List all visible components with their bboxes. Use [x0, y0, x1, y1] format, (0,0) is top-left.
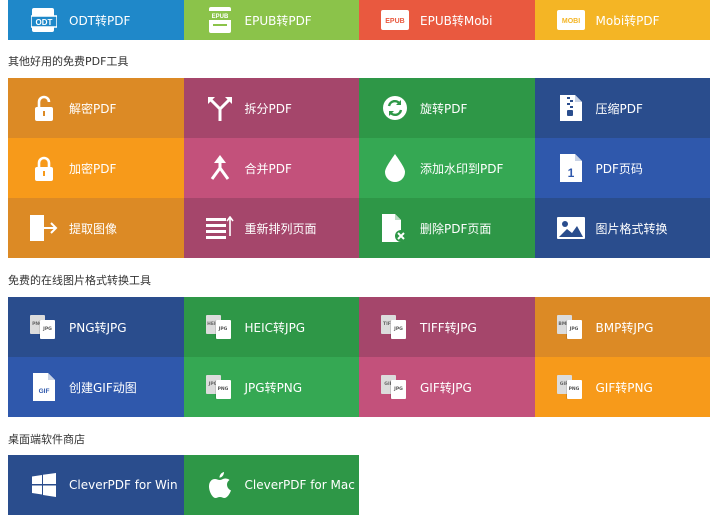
- tool-label: BMP转JPG: [595, 320, 654, 335]
- tool-compress-pdf[interactable]: 压缩PDF: [534, 78, 710, 138]
- tool-label: 重新排列页面: [244, 221, 317, 236]
- bmp-jpg-icon: BMP JPG: [556, 313, 585, 341]
- tool-gif-to-png[interactable]: GIF PNG GIF转PNG: [534, 357, 710, 417]
- svg-text:EPUB: EPUB: [385, 18, 404, 25]
- store-cleverpdf-win[interactable]: CleverPDF for Win: [8, 455, 184, 515]
- tool-encrypt-pdf[interactable]: 加密PDF: [8, 138, 184, 198]
- tool-bmp-to-jpg[interactable]: BMP JPG BMP转JPG: [534, 297, 710, 357]
- tool-extract-images[interactable]: 提取图像: [8, 198, 184, 258]
- tool-gif-to-jpg[interactable]: GIF JPG GIF转JPG: [359, 357, 535, 417]
- tool-label: 解密PDF: [69, 101, 117, 116]
- tool-reorder-pages[interactable]: 重新排列页面: [183, 198, 359, 258]
- desktop-store-grid: CleverPDF for Win CleverPDF for Mac: [8, 455, 710, 515]
- top-tools-row: ODT ODT转PDF EPUB EPUB转PDF EPUB EPUB转Mobi…: [8, 0, 710, 40]
- tool-label: JPG转PNG: [244, 380, 303, 395]
- section-title-desktop-store: 桌面端软件商店: [8, 433, 85, 446]
- tool-label: Mobi转PDF: [595, 13, 660, 28]
- tool-label: ODT转PDF: [69, 13, 131, 28]
- tool-label: 添加水印到PDF: [420, 161, 504, 176]
- apple-icon: [206, 471, 234, 499]
- windows-icon: [30, 471, 58, 499]
- image-tools-grid: PNG JPG PNG转JPG HEIC JPG HEIC转JPG TIFF JPG …: [8, 297, 710, 417]
- svg-text:ODT: ODT: [36, 18, 53, 27]
- mobi-badge-icon: MOBI: [556, 6, 585, 34]
- gif-jpg-icon: GIF JPG: [381, 373, 409, 401]
- tool-label: 创建GIF动图: [69, 380, 137, 395]
- tool-label: EPUB转PDF: [244, 13, 312, 28]
- tool-split-pdf[interactable]: 拆分PDF: [183, 78, 359, 138]
- tool-label: GIF转JPG: [420, 380, 472, 395]
- tool-label: 合并PDF: [244, 161, 292, 176]
- tool-heic-to-jpg[interactable]: HEIC JPG HEIC转JPG: [183, 297, 359, 357]
- tool-mobi-to-pdf[interactable]: MOBI Mobi转PDF: [534, 0, 710, 40]
- svg-text:EPUB: EPUB: [211, 14, 228, 20]
- tool-pdf-page-number[interactable]: 1 PDF页码: [534, 138, 710, 198]
- section-title-image-tools: 免费的在线图片格式转换工具: [8, 274, 151, 287]
- split-icon: [206, 94, 234, 122]
- tool-label: 旋转PDF: [420, 101, 468, 116]
- tool-label: PDF页码: [595, 161, 643, 176]
- tool-image-convert[interactable]: 图片格式转换: [534, 198, 710, 258]
- tool-odt-to-pdf[interactable]: ODT ODT转PDF: [8, 0, 184, 40]
- tool-add-watermark[interactable]: 添加水印到PDF: [359, 138, 535, 198]
- delete-page-icon: [381, 214, 409, 242]
- unlock-icon: [30, 94, 58, 122]
- tool-label: 图片格式转换: [595, 221, 668, 236]
- tool-merge-pdf[interactable]: 合并PDF: [183, 138, 359, 198]
- rotate-icon: [381, 94, 409, 122]
- pdf-tools-grid: 解密PDF 拆分PDF 旋转PDF 压缩PDF 加密PDF 合并PDF 添加水印…: [8, 78, 710, 258]
- zip-icon: [557, 94, 585, 122]
- tool-label: 压缩PDF: [595, 101, 643, 116]
- tool-label: 加密PDF: [69, 161, 117, 176]
- tool-label: 拆分PDF: [244, 101, 292, 116]
- jpg-png-icon: JPG PNG: [205, 373, 234, 401]
- reorder-icon: [205, 214, 234, 242]
- tool-label: TIFF转JPG: [420, 320, 477, 335]
- tool-label: PNG转JPG: [69, 320, 127, 335]
- tool-label: EPUB转Mobi: [420, 13, 493, 28]
- svg-text:MOBI: MOBI: [561, 18, 579, 25]
- tool-label: HEIC转JPG: [244, 320, 306, 335]
- section-title-pdf-tools: 其他好用的免费PDF工具: [8, 55, 129, 68]
- epub-badge-icon: EPUB: [381, 6, 409, 34]
- tool-label: GIF转PNG: [595, 380, 653, 395]
- water-drop-icon: [381, 154, 409, 182]
- tool-label: 删除PDF页面: [420, 221, 492, 236]
- tool-tiff-to-jpg[interactable]: TIFF JPG TIFF转JPG: [359, 297, 535, 357]
- svg-text:1: 1: [567, 166, 574, 180]
- tool-png-to-jpg[interactable]: PNG JPG PNG转JPG: [8, 297, 184, 357]
- page-number-icon: 1: [557, 154, 585, 182]
- svg-text:GIF: GIF: [39, 388, 50, 395]
- tool-create-gif[interactable]: GIF 创建GIF动图: [8, 357, 184, 417]
- gif-file-icon: GIF: [30, 373, 58, 401]
- epub-book-icon: EPUB: [206, 6, 234, 34]
- lock-icon: [30, 154, 58, 182]
- tool-label: CleverPDF for Mac: [244, 478, 355, 492]
- image-icon: [556, 214, 585, 242]
- tool-label: CleverPDF for Win: [69, 478, 178, 492]
- tool-delete-pages[interactable]: 删除PDF页面: [359, 198, 535, 258]
- merge-icon: [206, 154, 234, 182]
- tool-label: 提取图像: [69, 221, 118, 236]
- store-cleverpdf-mac[interactable]: CleverPDF for Mac: [183, 455, 359, 515]
- tiff-jpg-icon: TIFF JPG: [381, 313, 409, 341]
- tool-jpg-to-png[interactable]: JPG PNG JPG转PNG: [183, 357, 359, 417]
- extract-icon: [30, 214, 58, 242]
- odt-file-icon: ODT: [30, 6, 58, 34]
- tool-epub-to-mobi[interactable]: EPUB EPUB转Mobi: [359, 0, 535, 40]
- tool-decrypt-pdf[interactable]: 解密PDF: [8, 78, 184, 138]
- heic-jpg-icon: HEIC JPG: [205, 313, 234, 341]
- png-jpg-icon: PNG JPG: [30, 313, 58, 341]
- tool-epub-to-pdf[interactable]: EPUB EPUB转PDF: [183, 0, 359, 40]
- tool-rotate-pdf[interactable]: 旋转PDF: [359, 78, 535, 138]
- gif-png-icon: GIF PNG: [556, 373, 585, 401]
